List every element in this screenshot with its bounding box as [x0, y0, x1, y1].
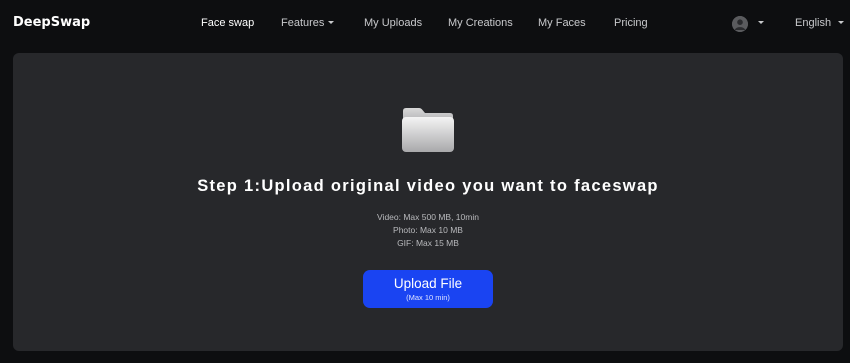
nav-my-creations-label: My Creations — [448, 17, 513, 29]
deepswap-logo[interactable]: DeepSwap — [13, 15, 90, 30]
nav-my-faces[interactable]: My Faces — [538, 17, 586, 29]
nav-my-faces-label: My Faces — [538, 17, 586, 29]
nav-face-swap[interactable]: Face swap — [201, 17, 254, 29]
nav-pricing[interactable]: Pricing — [614, 17, 648, 29]
language-selector[interactable]: English — [795, 17, 845, 29]
video-limit: Video: Max 500 MB, 10min — [377, 212, 479, 222]
user-avatar-icon[interactable] — [732, 16, 748, 32]
nav-pricing-label: Pricing — [614, 17, 648, 29]
nav-face-swap-label: Face swap — [201, 17, 255, 29]
nav-my-uploads[interactable]: My Uploads — [364, 17, 422, 29]
language-chevron-down-icon — [838, 20, 845, 24]
step-title: Step 1:Upload original video you want to… — [197, 177, 659, 195]
nav-my-uploads-label: My Uploads — [364, 17, 423, 29]
gif-limit: GIF: Max 15 MB — [397, 238, 459, 248]
folder-icon — [401, 107, 455, 153]
nav-features-label: Features — [281, 17, 325, 29]
chevron-down-icon — [328, 20, 335, 24]
avatar-chevron-down-icon[interactable] — [758, 21, 764, 24]
top-navigation-bar: DeepSwap Face swap Features My Uploads M… — [0, 0, 850, 50]
upload-file-button[interactable]: Upload File (Max 10 min) — [363, 270, 493, 308]
language-label: English — [795, 17, 832, 29]
nav-features[interactable]: Features — [281, 17, 335, 29]
upload-button-label: Upload File — [393, 276, 463, 291]
photo-limit: Photo: Max 10 MB — [393, 225, 463, 235]
nav-my-creations[interactable]: My Creations — [448, 17, 513, 29]
file-limits: Video: Max 500 MB, 10min Photo: Max 10 M… — [13, 211, 843, 250]
upload-button-sublabel: (Max 10 min) — [406, 293, 450, 302]
upload-panel[interactable]: Step 1:Upload original video you want to… — [13, 53, 843, 351]
